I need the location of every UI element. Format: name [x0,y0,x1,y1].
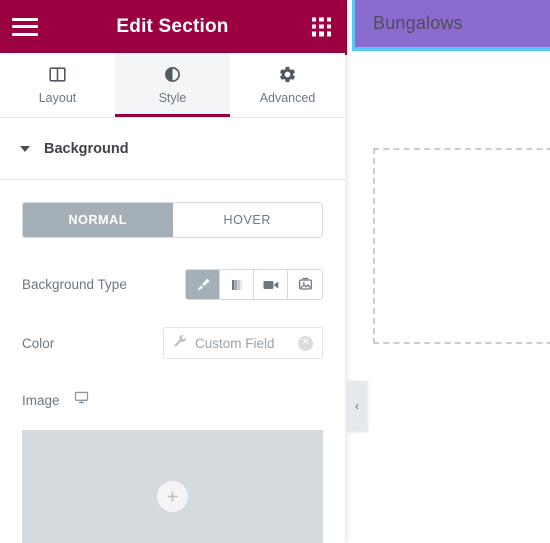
canvas-section-bungalows[interactable]: Bungalows [352,0,550,51]
tab-style[interactable]: Style [115,53,230,117]
background-type-label: Background Type [22,277,127,292]
tab-layout-label: Layout [38,91,77,105]
plus-icon[interactable] [157,480,188,512]
columns-icon [48,65,67,84]
elementor-editor-screen: Bungalows Edit Section Layout Style Adva… [0,0,550,543]
panel-header: Edit Section [0,0,345,53]
wrench-icon[interactable] [173,334,187,353]
color-label: Color [22,335,55,351]
color-row: Color Custom Field ✕ [22,327,323,359]
background-controls: NORMAL HOVER Background Type Color Custo… [0,202,345,543]
canvas-section-title: Bungalows [373,13,463,33]
background-type-row: Background Type [22,269,323,300]
desktop-monitor-icon[interactable] [74,390,89,410]
paintbrush-icon[interactable] [186,270,220,299]
state-hover-button[interactable]: HOVER [172,203,322,237]
color-custom-field[interactable]: Custom Field ✕ [163,327,323,359]
tab-advanced[interactable]: Advanced [230,53,345,117]
hamburger-icon[interactable] [12,17,38,36]
panel-tabs: Layout Style Advanced [0,53,345,118]
apps-grid-icon[interactable] [312,17,331,36]
gradient-icon[interactable] [220,270,254,299]
video-icon[interactable] [254,270,288,299]
edit-section-panel: Edit Section Layout Style Advanced Backg… [0,0,345,543]
tab-layout[interactable]: Layout [0,53,115,117]
state-normal-button[interactable]: NORMAL [23,203,173,237]
chevron-left-icon: ‹ [355,399,359,413]
background-type-options [185,269,323,300]
tab-advanced-label: Advanced [259,91,316,105]
contrast-icon [163,65,182,84]
gear-icon [278,65,297,84]
section-title: Background [44,140,129,157]
image-row: Image [22,390,323,410]
tab-style-label: Style [158,91,187,105]
caret-down-icon[interactable] [20,145,30,152]
slideshow-icon[interactable] [288,270,322,299]
editor-canvas: Bungalows [345,0,550,543]
background-section-header[interactable]: Background [0,118,345,180]
image-label: Image [22,392,60,408]
panel-collapse-handle[interactable]: ‹ [347,381,367,431]
panel-title: Edit Section [116,15,229,37]
color-value-text: Custom Field [195,335,275,351]
canvas-dropzone-placeholder[interactable] [373,148,550,344]
image-upload-dropzone[interactable] [22,430,323,543]
canvas-left-edge [345,0,347,55]
clear-circle-icon[interactable]: ✕ [298,335,313,351]
state-toggle: NORMAL HOVER [22,202,323,238]
